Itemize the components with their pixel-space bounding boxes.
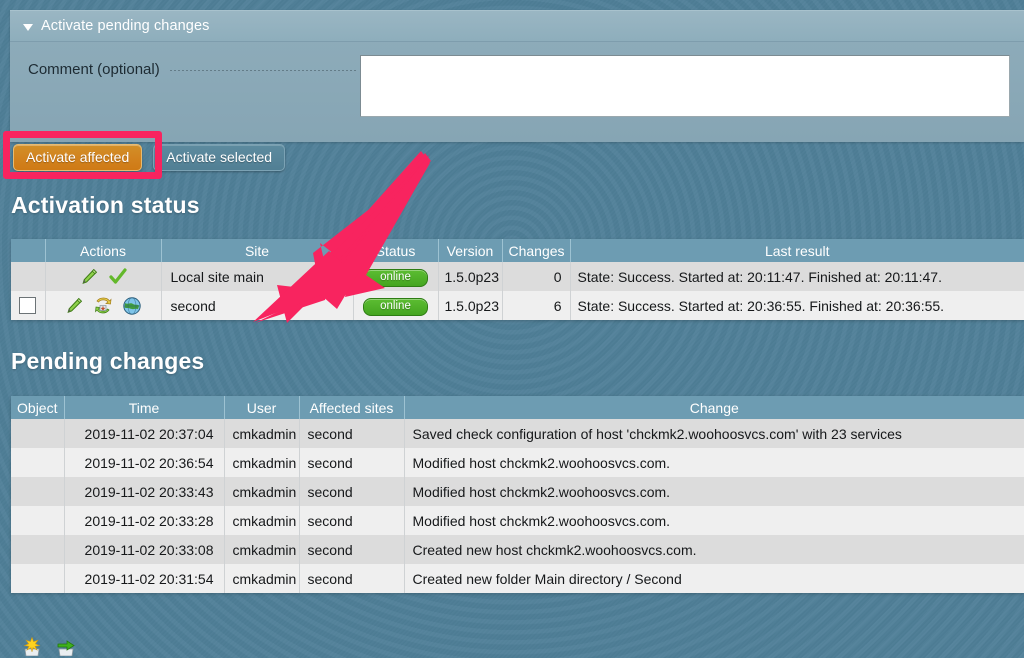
col-last-result: Last result bbox=[570, 239, 1024, 262]
activation-status-table: Actions Site Status Version Changes Last… bbox=[11, 239, 1024, 320]
table-row: 2019-11-02 20:36:54 cmkadmin second Modi… bbox=[11, 448, 1024, 477]
chevron-down-icon[interactable] bbox=[23, 23, 33, 31]
col-actions: Actions bbox=[45, 239, 162, 262]
row-affected-sites: second bbox=[299, 477, 405, 506]
status-badge: online bbox=[363, 297, 428, 316]
row-change: Created new folder Main directory / Seco… bbox=[404, 564, 1024, 593]
row-change: Saved check configuration of host 'chckm… bbox=[404, 419, 1024, 448]
row-user: cmkadmin bbox=[224, 477, 300, 506]
col-change: Change bbox=[404, 396, 1024, 419]
row-object bbox=[11, 564, 65, 593]
row-select-cell bbox=[11, 291, 46, 320]
row-object bbox=[11, 448, 65, 477]
row-change: Modified host chckmk2.woohoosvcs.com. bbox=[404, 506, 1024, 535]
row-site: second bbox=[161, 291, 354, 320]
row-object bbox=[11, 477, 65, 506]
col-changes: Changes bbox=[502, 239, 571, 262]
activation-status-title: Activation status bbox=[11, 192, 200, 218]
globe-icon[interactable] bbox=[122, 296, 142, 316]
row-affected-sites: second bbox=[299, 564, 405, 593]
dot-leader bbox=[168, 70, 356, 71]
row-time: 2019-11-02 20:36:54 bbox=[64, 448, 225, 477]
activation-button-row: Activate affected Activate selected bbox=[13, 144, 286, 171]
pending-table-header-row: Object Time User Affected sites Change bbox=[11, 396, 1024, 419]
activate-selected-button[interactable]: Activate selected bbox=[153, 144, 286, 171]
row-time: 2019-11-02 20:33:28 bbox=[64, 506, 225, 535]
row-time: 2019-11-02 20:33:08 bbox=[64, 535, 225, 564]
row-change: Created new host chckmk2.woohoosvcs.com. bbox=[404, 535, 1024, 564]
row-user: cmkadmin bbox=[224, 564, 300, 593]
check-icon[interactable] bbox=[108, 267, 128, 287]
restore-icon[interactable] bbox=[93, 296, 113, 316]
row-changes: 0 bbox=[502, 262, 571, 291]
row-affected-sites: second bbox=[299, 448, 405, 477]
row-status-cell: online bbox=[353, 262, 439, 291]
green-arrow-icon[interactable] bbox=[56, 636, 76, 656]
row-status-cell: online bbox=[353, 291, 439, 320]
col-site: Site bbox=[161, 239, 354, 262]
col-user: User bbox=[224, 396, 300, 419]
table-row: 2019-11-02 20:33:28 cmkadmin second Modi… bbox=[11, 506, 1024, 535]
status-badge: online bbox=[363, 268, 428, 287]
row-select-cell bbox=[11, 262, 46, 291]
row-checkbox[interactable] bbox=[19, 297, 37, 315]
row-affected-sites: second bbox=[299, 419, 405, 448]
row-site: Local site main bbox=[161, 262, 354, 291]
table-row: 2019-11-02 20:33:08 cmkadmin second Crea… bbox=[11, 535, 1024, 564]
row-last-result: State: Success. Started at: 20:11:47. Fi… bbox=[570, 262, 1024, 291]
pencil-icon[interactable] bbox=[79, 267, 99, 287]
row-user: cmkadmin bbox=[224, 419, 300, 448]
row-object bbox=[11, 535, 65, 564]
row-user: cmkadmin bbox=[224, 535, 300, 564]
row-object bbox=[11, 419, 65, 448]
col-affected-sites: Affected sites bbox=[299, 396, 405, 419]
row-time: 2019-11-02 20:37:04 bbox=[64, 419, 225, 448]
row-object bbox=[11, 506, 65, 535]
comment-input[interactable] bbox=[360, 55, 1010, 117]
row-affected-sites: second bbox=[299, 506, 405, 535]
row-actions-cell bbox=[45, 262, 162, 291]
comment-label-cell: Comment (optional) bbox=[10, 54, 360, 78]
table-row: second online 1.5.0p23 6 State: Success.… bbox=[11, 291, 1024, 320]
footer-icon-bar bbox=[22, 636, 76, 656]
row-changes: 6 bbox=[502, 291, 571, 320]
panel-title: Activate pending changes bbox=[41, 18, 210, 34]
new-item-icon[interactable] bbox=[22, 636, 42, 656]
col-time: Time bbox=[64, 396, 225, 419]
comment-label: Comment (optional) bbox=[28, 61, 160, 78]
row-actions-cell bbox=[45, 291, 162, 320]
checkmk-activate-changes-page: { "form": { "header_title": "Activate pe… bbox=[0, 0, 1024, 658]
pencil-icon[interactable] bbox=[64, 296, 84, 316]
row-change: Modified host chckmk2.woohoosvcs.com. bbox=[404, 477, 1024, 506]
col-object: Object bbox=[11, 396, 65, 419]
col-select bbox=[11, 239, 46, 262]
table-row: 2019-11-02 20:31:54 cmkadmin second Crea… bbox=[11, 564, 1024, 593]
table-row: Local site main online 1.5.0p23 0 State:… bbox=[11, 262, 1024, 291]
row-version: 1.5.0p23 bbox=[438, 291, 503, 320]
row-user: cmkadmin bbox=[224, 448, 300, 477]
row-affected-sites: second bbox=[299, 535, 405, 564]
table-row: 2019-11-02 20:33:43 cmkadmin second Modi… bbox=[11, 477, 1024, 506]
row-time: 2019-11-02 20:33:43 bbox=[64, 477, 225, 506]
table-row: 2019-11-02 20:37:04 cmkadmin second Save… bbox=[11, 419, 1024, 448]
col-status: Status bbox=[353, 239, 439, 262]
pending-changes-title: Pending changes bbox=[11, 348, 205, 374]
pending-changes-table: Object Time User Affected sites Change 2… bbox=[11, 396, 1024, 593]
panel-body: Comment (optional) bbox=[10, 42, 1024, 142]
row-time: 2019-11-02 20:31:54 bbox=[64, 564, 225, 593]
row-version: 1.5.0p23 bbox=[438, 262, 503, 291]
panel-header[interactable]: Activate pending changes bbox=[10, 11, 1024, 42]
activate-affected-button[interactable]: Activate affected bbox=[13, 144, 143, 171]
col-version: Version bbox=[438, 239, 503, 262]
row-change: Modified host chckmk2.woohoosvcs.com. bbox=[404, 448, 1024, 477]
activate-pending-changes-panel: Activate pending changes Comment (option… bbox=[10, 10, 1024, 142]
activation-table-header-row: Actions Site Status Version Changes Last… bbox=[11, 239, 1024, 262]
row-last-result: State: Success. Started at: 20:36:55. Fi… bbox=[570, 291, 1024, 320]
row-user: cmkadmin bbox=[224, 506, 300, 535]
